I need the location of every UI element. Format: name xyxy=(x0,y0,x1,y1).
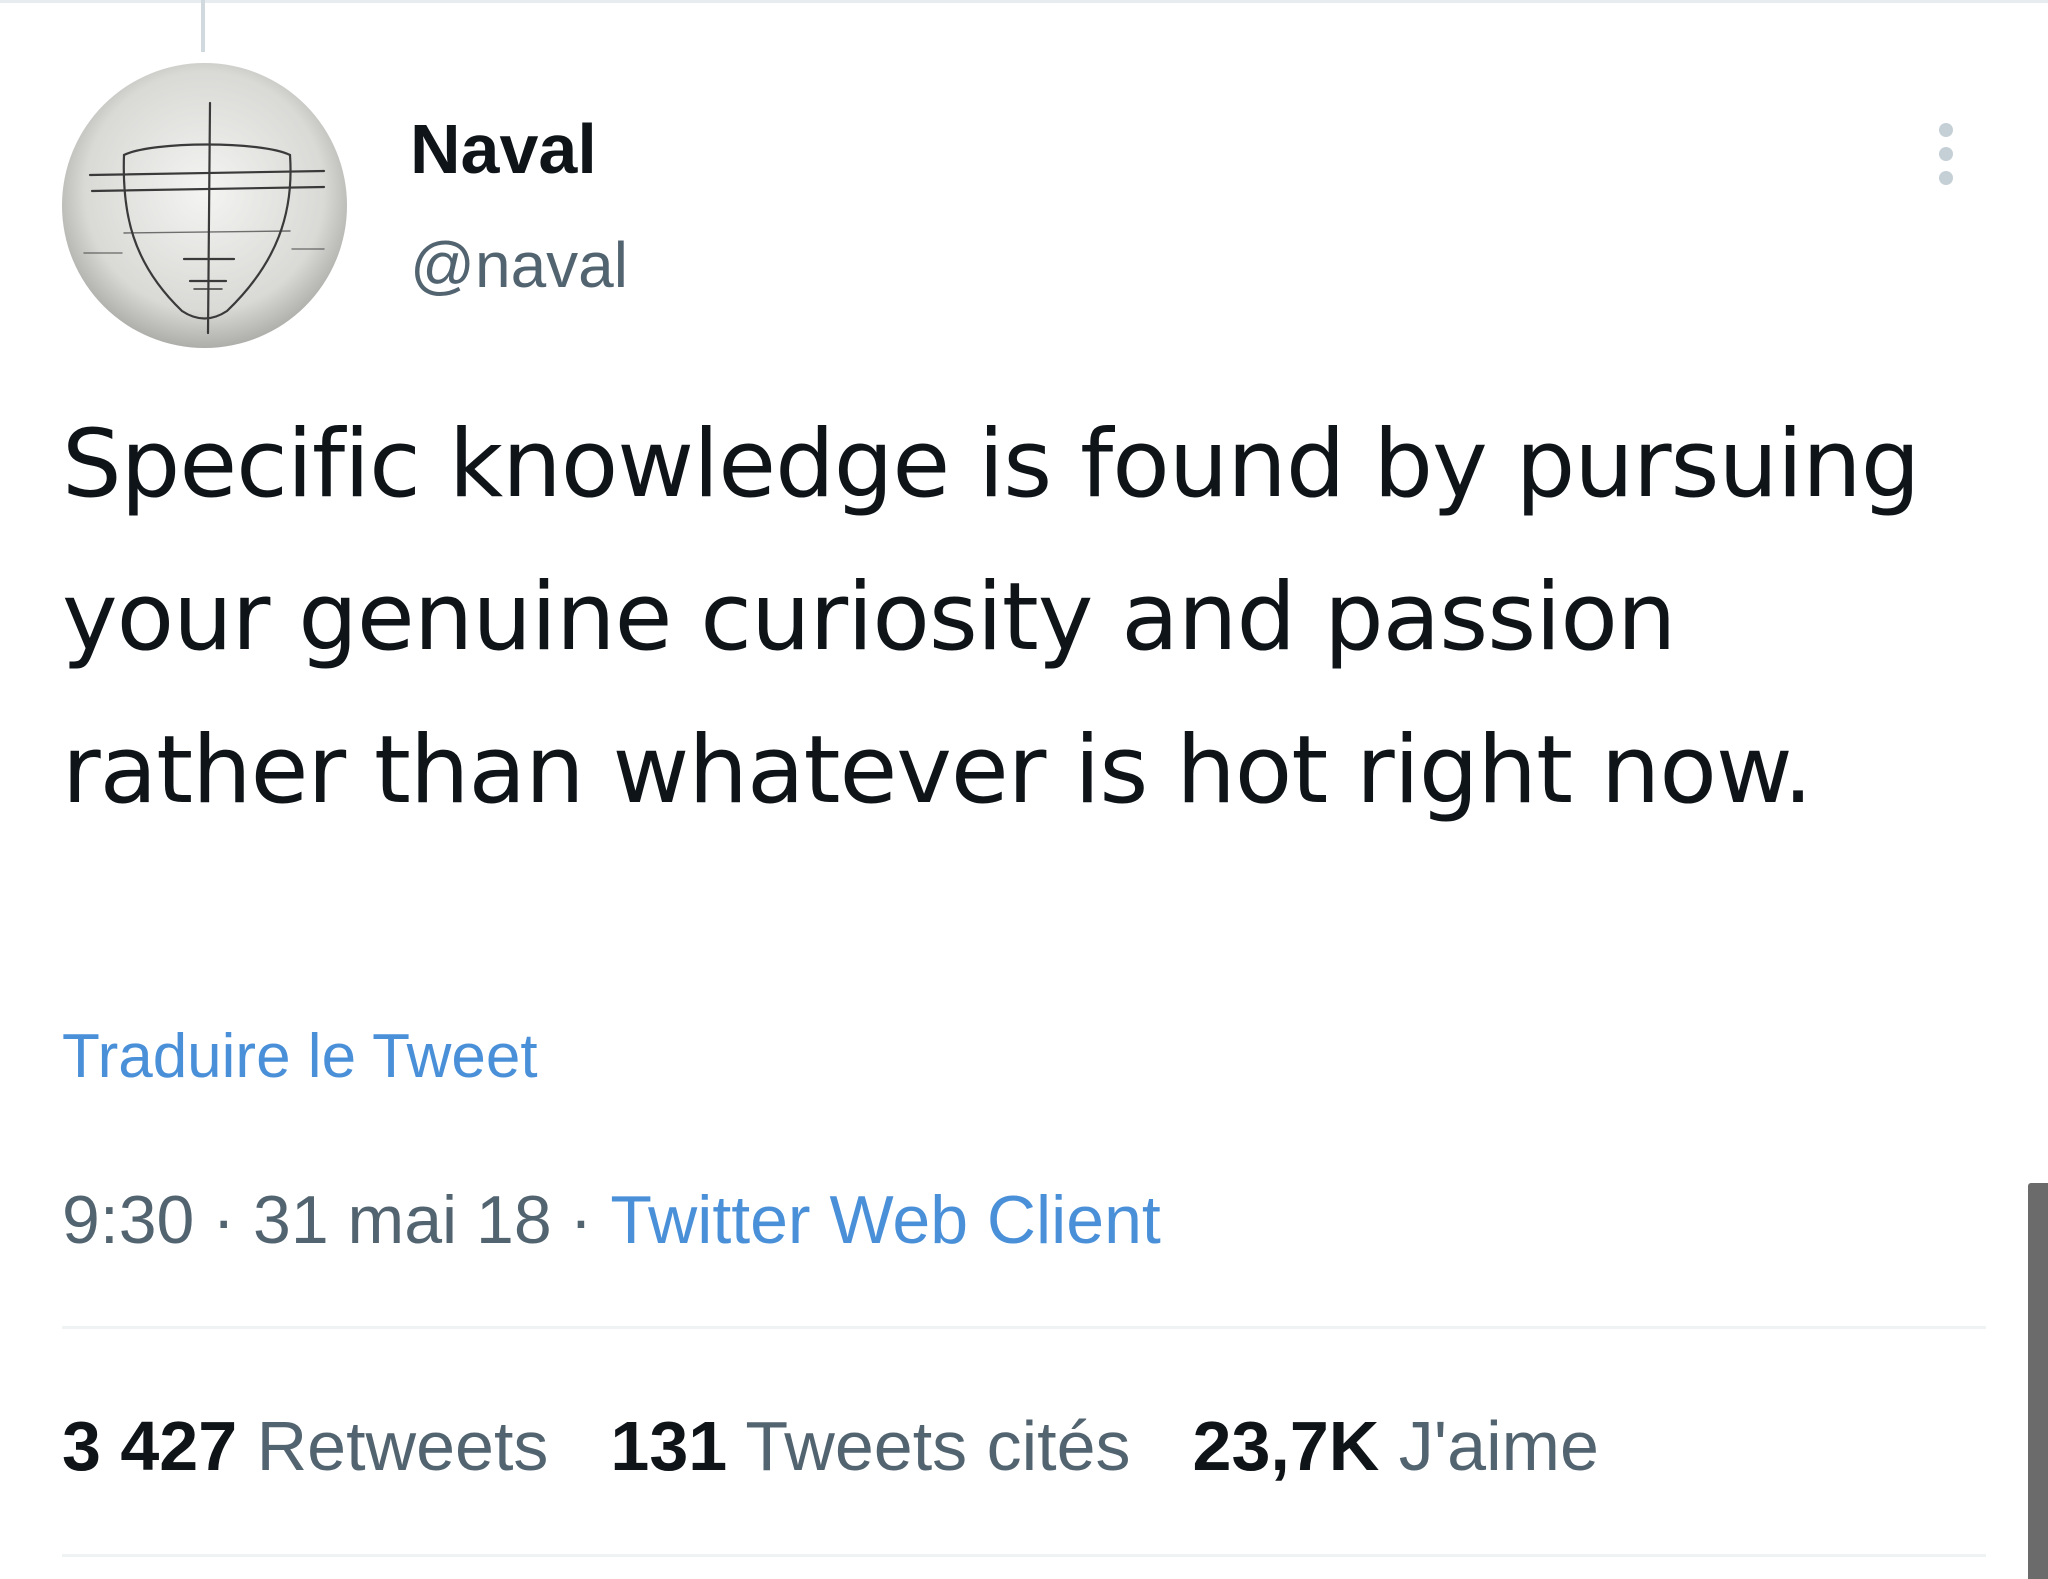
quote-tweets-stat[interactable]: 131 Tweets cités xyxy=(610,1405,1130,1487)
likes-label: J'aime xyxy=(1398,1407,1599,1485)
quote-tweets-label: Tweets cités xyxy=(745,1407,1131,1485)
likes-stat[interactable]: 23,7K J'aime xyxy=(1193,1405,1599,1487)
tweet-text: Specific knowledge is found by pursuing … xyxy=(62,410,1920,825)
more-options-button[interactable] xyxy=(1916,104,1976,204)
meta-separator: · xyxy=(212,1182,236,1258)
more-dot-icon xyxy=(1939,171,1953,185)
more-dot-icon xyxy=(1939,123,1953,137)
likes-count: 23,7K xyxy=(1192,1407,1380,1485)
retweets-label: Retweets xyxy=(256,1407,549,1485)
tweet-date[interactable]: 31 mai 18 xyxy=(253,1182,552,1258)
retweets-count: 3 427 xyxy=(62,1407,238,1485)
divider xyxy=(62,1326,1986,1329)
sketched-face-avatar-icon xyxy=(62,63,347,348)
tweet-metadata: 9:30 · 31 mai 18 · Twitter Web Client xyxy=(62,1180,1161,1260)
engagement-stats: 3 427 Retweets 131 Tweets cités 23,7K J'… xyxy=(62,1405,1661,1487)
display-name[interactable]: Naval xyxy=(410,108,597,190)
translate-tweet-link[interactable]: Traduire le Tweet xyxy=(62,1022,538,1092)
top-border xyxy=(0,0,2048,3)
thread-connector-line xyxy=(201,0,205,52)
retweets-stat[interactable]: 3 427 Retweets xyxy=(62,1405,548,1487)
meta-separator: · xyxy=(569,1182,593,1258)
user-handle[interactable]: @naval xyxy=(410,225,628,305)
avatar[interactable] xyxy=(62,63,347,348)
divider xyxy=(62,1554,1986,1557)
tweet-time[interactable]: 9:30 xyxy=(62,1182,194,1258)
scrollbar-thumb[interactable] xyxy=(2028,1183,2048,1579)
tweet-source-link[interactable]: Twitter Web Client xyxy=(610,1182,1160,1258)
quote-tweets-count: 131 xyxy=(610,1407,728,1485)
more-dot-icon xyxy=(1939,147,1953,161)
